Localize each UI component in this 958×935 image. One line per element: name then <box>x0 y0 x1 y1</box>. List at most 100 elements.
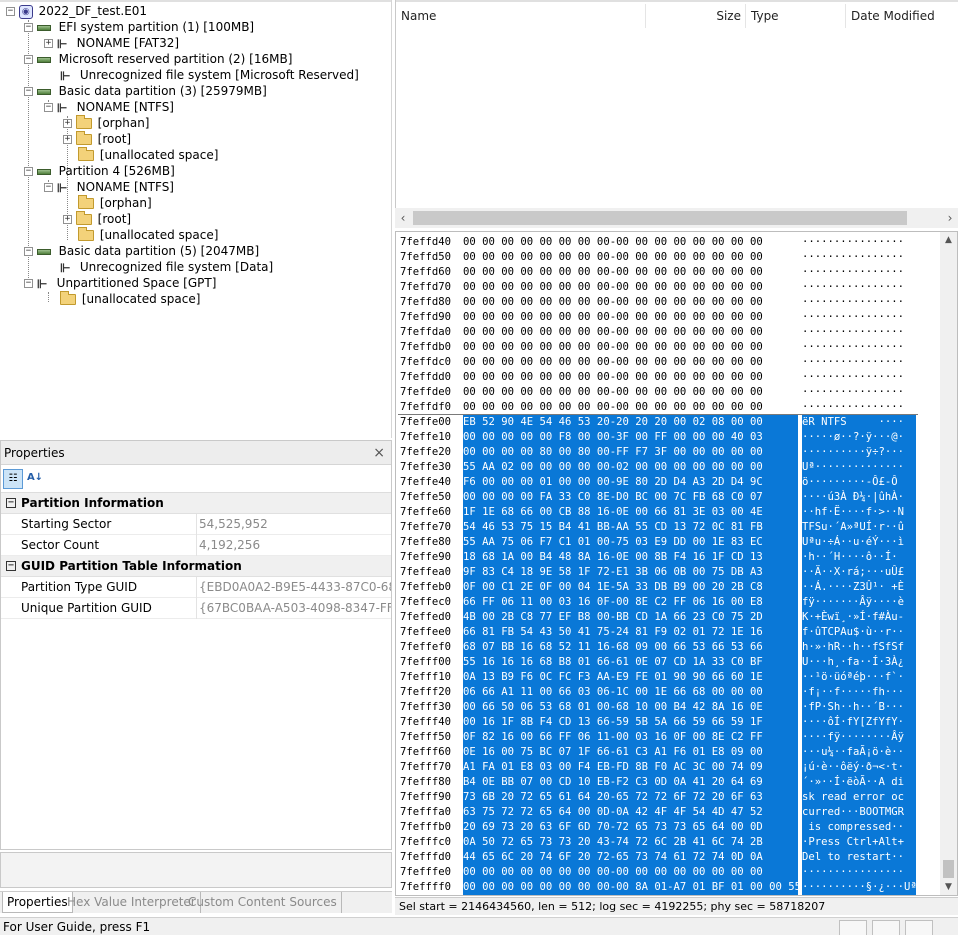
hex-ascii[interactable]: ················ <box>802 265 916 280</box>
hex-bytes[interactable]: 55 16 16 16 68 B8 01 66-61 0E 07 CD 1A 3… <box>463 655 798 670</box>
column-header-name[interactable]: Name <box>396 4 646 28</box>
hex-ascii[interactable]: ··········ÿ÷?··· <box>802 445 916 460</box>
tree-item-unallocated-gpt[interactable]: [unallocated space] <box>60 291 200 307</box>
hex-ascii[interactable]: ···u¼··faÃ¡ö·è·· <box>802 745 916 760</box>
property-row[interactable]: Starting Sector 54,525,952 <box>1 514 391 535</box>
hex-ascii[interactable]: ·fP·Sh··h··´B··· <box>802 700 916 715</box>
hex-bytes[interactable]: F6 00 00 00 01 00 00 00-9E 80 2D D4 A3 2… <box>463 475 798 490</box>
tree-item-data-unrecognized[interactable]: ⊩ Unrecognized file system [Data] <box>60 259 273 275</box>
collapse-icon[interactable]: − <box>24 55 33 64</box>
hex-ascii[interactable]: ················ <box>802 400 916 415</box>
hex-ascii[interactable]: h·»·hR··h··fSfSf <box>802 640 916 655</box>
close-icon[interactable]: × <box>373 441 385 465</box>
hex-bytes[interactable]: 73 6B 20 72 65 61 64 20-65 72 72 6F 72 2… <box>463 790 798 805</box>
expand-icon[interactable]: + <box>63 215 72 224</box>
hex-bytes[interactable]: 18 68 1A 00 B4 48 8A 16-0E 00 8B F4 16 1… <box>463 550 798 565</box>
tree-item-efi-partition[interactable]: − EFI system partition (1) [100MB] <box>24 19 254 35</box>
hex-ascii[interactable]: sk read error oc <box>802 790 916 805</box>
hex-ascii[interactable]: ··Á.····Z3Û¹· +È <box>802 580 916 595</box>
hex-ascii[interactable]: U···h¸·fa··Í·3À¿ <box>802 655 916 670</box>
tree-root[interactable]: − ◉ 2022_DF_test.E01 <box>6 3 147 19</box>
hex-ascii[interactable]: ················ <box>802 310 916 325</box>
hex-bytes[interactable]: 54 46 53 75 15 B4 41 BB-AA 55 CD 13 72 0… <box>463 520 798 535</box>
hex-ascii[interactable]: is compressed·· <box>802 820 916 835</box>
hex-bytes[interactable]: 00 00 00 00 00 00 00 00-00 00 00 00 00 0… <box>463 325 798 340</box>
hex-bytes[interactable]: 00 00 00 00 00 00 00 00-00 00 00 00 00 0… <box>463 235 798 250</box>
hex-bytes[interactable]: 00 00 00 00 00 00 00 00-00 00 00 00 00 0… <box>463 280 798 295</box>
hex-bytes[interactable]: 00 16 1F 8B F4 CD 13 66-59 5B 5A 66 59 6… <box>463 715 798 730</box>
hex-ascii[interactable]: ················ <box>802 385 916 400</box>
hex-bytes[interactable]: 55 AA 75 06 F7 C1 01 00-75 03 E9 DD 00 1… <box>463 535 798 550</box>
hex-ascii[interactable]: ················ <box>802 325 916 340</box>
column-header-date-modified[interactable]: Date Modified <box>846 4 958 28</box>
property-row[interactable]: Unique Partition GUID {67BC0BAA-A503-409… <box>1 598 391 619</box>
tree-item-ntfs-volume-3[interactable]: − ⊩ NONAME [NTFS] <box>44 99 174 115</box>
tab-custom-content-sources[interactable]: Custom Content Sources <box>184 892 342 913</box>
column-header-type[interactable]: Type <box>746 4 846 28</box>
file-list[interactable]: Name Size Type Date Modified <box>395 0 958 228</box>
hex-bytes[interactable]: 66 FF 06 11 00 03 16 0F-00 8E C2 FF 06 1… <box>463 595 798 610</box>
hex-vertical-scrollbar[interactable]: ▲ ▼ <box>940 232 957 895</box>
tree-item-orphan-3[interactable]: + [orphan] <box>63 115 149 131</box>
hex-ascii[interactable]: ··Ä··X·rá;···uÛ£ <box>802 565 916 580</box>
tree-item-msr-partition[interactable]: − Microsoft reserved partition (2) [16MB… <box>24 51 292 67</box>
hex-ascii[interactable]: ëR NTFS ···· <box>802 415 916 430</box>
hex-bytes[interactable]: 00 00 00 00 00 00 00 00-00 00 00 00 00 0… <box>463 385 798 400</box>
hex-bytes[interactable]: 0A 50 72 65 73 73 20 43-74 72 6C 2B 41 6… <box>463 835 798 850</box>
hex-ascii[interactable]: ··¹ö·üóªéþ···f`· <box>802 670 916 685</box>
expand-icon[interactable]: + <box>44 39 53 48</box>
collapse-icon[interactable]: − <box>44 183 53 192</box>
hex-bytes[interactable]: 00 00 00 00 00 00 00 00-00 00 00 00 00 0… <box>463 865 798 880</box>
scroll-left-icon[interactable]: ‹ <box>395 208 411 228</box>
category-gpt-information[interactable]: − GUID Partition Table Information <box>1 556 391 577</box>
hex-ascii[interactable]: ················ <box>802 355 916 370</box>
scrollbar-thumb[interactable] <box>413 211 907 225</box>
hex-bytes[interactable]: 00 00 00 00 00 00 00 00-00 00 00 00 00 0… <box>463 370 798 385</box>
tree-item-ntfs-volume-4[interactable]: − ⊩ NONAME [NTFS] <box>44 179 174 195</box>
hex-ascii[interactable]: Del to restart·· <box>802 850 916 865</box>
hex-bytes[interactable]: EB 52 90 4E 54 46 53 20-20 20 20 00 02 0… <box>463 415 798 430</box>
hex-bytes[interactable]: 00 00 00 00 00 00 00 00-00 8A 01-A7 01 B… <box>463 880 798 895</box>
hex-ascii[interactable]: ·f¡··f·····fh··· <box>802 685 916 700</box>
hex-ascii[interactable]: ················ <box>802 295 916 310</box>
hex-ascii[interactable]: ····ú3À Ð¼·|ûhÀ· <box>802 490 916 505</box>
hex-ascii[interactable]: ·Press Ctrl+Alt+ <box>802 835 916 850</box>
hex-ascii[interactable]: ··hf·Ë····f·>··N <box>802 505 916 520</box>
tree-item-root-3[interactable]: + [root] <box>63 131 131 147</box>
tree-item-root-4[interactable]: + [root] <box>63 211 131 227</box>
hex-bytes[interactable]: 0E 16 00 75 BC 07 1F 66-61 C3 A1 F6 01 E… <box>463 745 798 760</box>
collapse-icon[interactable]: − <box>24 247 33 256</box>
hex-ascii[interactable]: TFSu·´A»ªUÍ·r··û <box>802 520 916 535</box>
hex-bytes[interactable]: 0A 13 B9 F6 0C FC F3 AA-E9 FE 01 90 90 6… <box>463 670 798 685</box>
hex-ascii[interactable]: K·+Èwï¸·»Í·f#Àu- <box>802 610 916 625</box>
hex-ascii[interactable]: ················ <box>802 340 916 355</box>
tree-item-basic-partition-5[interactable]: − Basic data partition (5) [2047MB] <box>24 243 259 259</box>
hex-bytes[interactable]: 00 00 00 00 00 00 00 00-00 00 00 00 00 0… <box>463 250 798 265</box>
sort-alphabetical-icon[interactable]: A↓ <box>25 469 45 489</box>
collapse-icon[interactable]: − <box>6 7 15 16</box>
hex-ascii[interactable]: ················ <box>802 250 916 265</box>
hex-ascii[interactable]: ö·········-Ô£-Ô <box>802 475 916 490</box>
hex-bytes[interactable]: 0F 82 16 00 66 FF 06 11-00 03 16 0F 00 8… <box>463 730 798 745</box>
expand-icon[interactable]: + <box>63 119 72 128</box>
hex-ascii[interactable]: ················ <box>802 235 916 250</box>
tree-item-fat32-volume[interactable]: + ⊩ NONAME [FAT32] <box>44 35 179 51</box>
file-list-horizontal-scrollbar[interactable]: ‹ › <box>395 208 958 228</box>
hex-ascii[interactable]: ¡ú·è··ôëý·ð¬<·t· <box>802 760 916 775</box>
hex-ascii[interactable]: Uª·············· <box>802 460 916 475</box>
tree-item-unallocated-4[interactable]: [unallocated space] <box>78 227 218 243</box>
collapse-icon[interactable]: − <box>24 87 33 96</box>
hex-bytes[interactable]: 00 00 00 00 00 00 00 00-00 00 00 00 00 0… <box>463 355 798 370</box>
hex-bytes[interactable]: 66 81 FB 54 43 50 41 75-24 81 F9 02 01 7… <box>463 625 798 640</box>
scroll-up-icon[interactable]: ▲ <box>940 232 957 248</box>
hex-bytes[interactable]: 06 66 A1 11 00 66 03 06-1C 00 1E 66 68 0… <box>463 685 798 700</box>
collapse-icon[interactable]: − <box>6 498 16 508</box>
hex-view[interactable]: 7feffd40 00 00 00 00 00 00 00 00-00 00 00… <box>395 231 958 896</box>
tree-item-msr-unrecognized[interactable]: ⊩ Unrecognized file system [Microsoft Re… <box>60 67 359 83</box>
hex-bytes[interactable]: 00 00 00 00 FA 33 C0 8E-D0 BC 00 7C FB 6… <box>463 490 798 505</box>
scroll-right-icon[interactable]: › <box>942 208 958 228</box>
hex-ascii[interactable]: ················ <box>802 370 916 385</box>
hex-ascii[interactable]: ·····ø··?·ÿ···@· <box>802 430 916 445</box>
property-row[interactable]: Sector Count 4,192,256 <box>1 535 391 556</box>
hex-ascii[interactable]: ················ <box>802 865 916 880</box>
